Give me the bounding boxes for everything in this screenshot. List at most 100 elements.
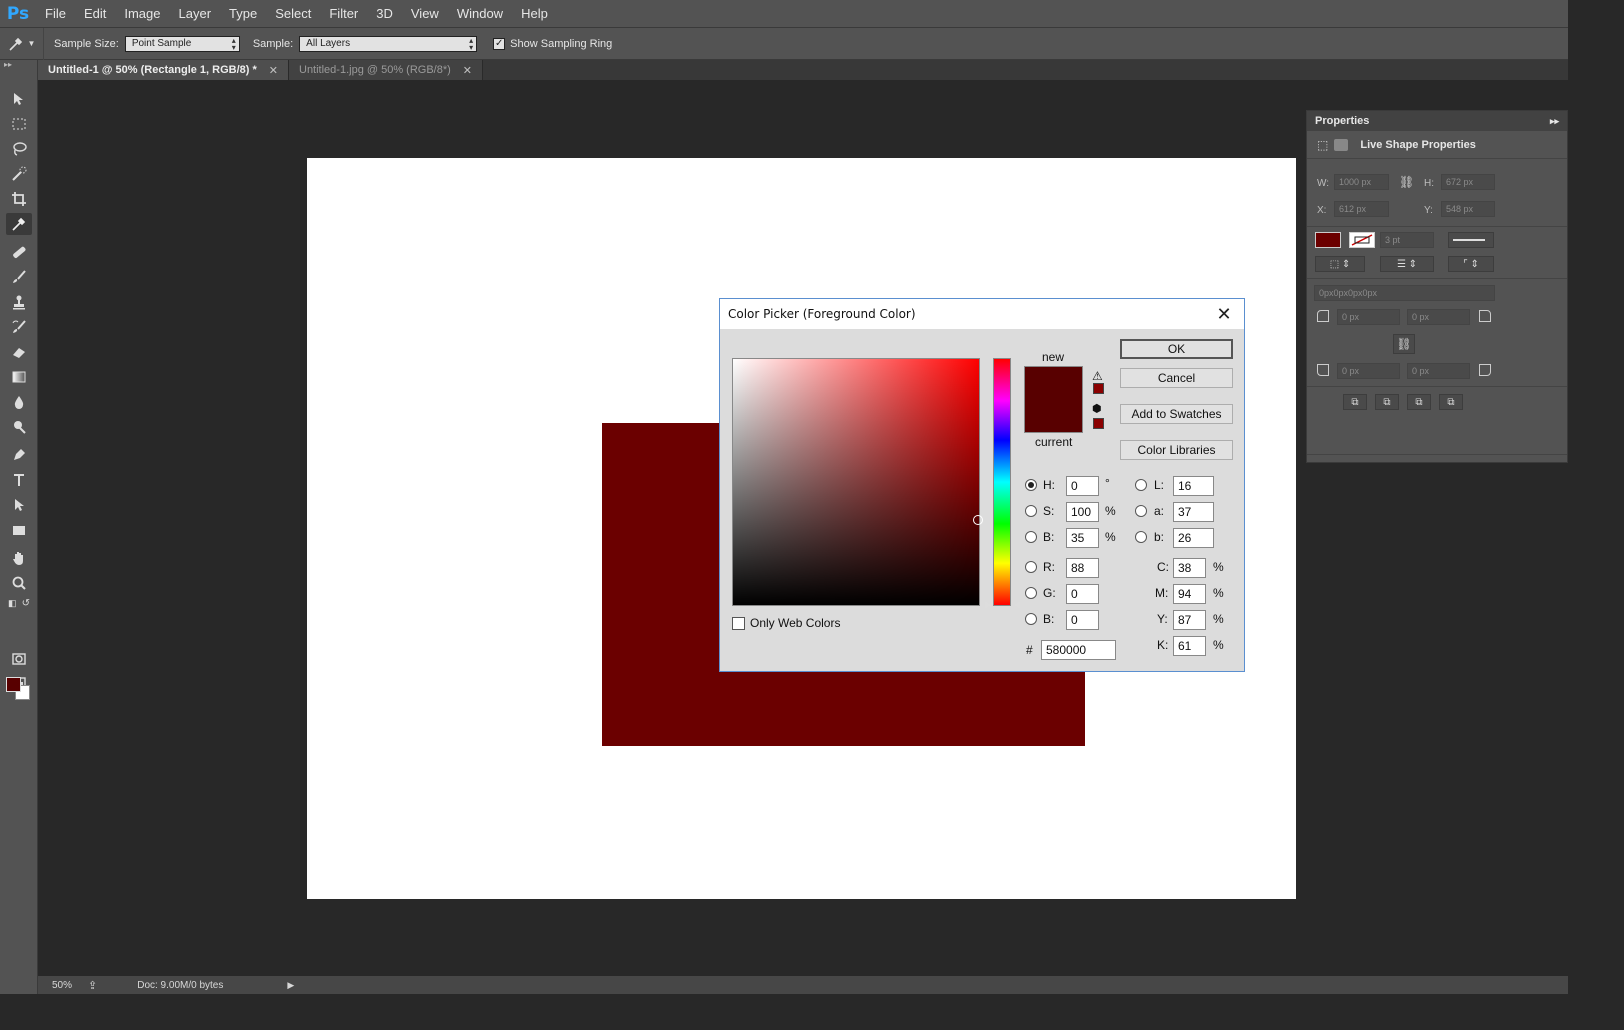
- dodge-tool[interactable]: [6, 416, 32, 438]
- stroke-color-swatch[interactable]: [1349, 232, 1375, 248]
- zoom-tool[interactable]: [6, 572, 32, 594]
- green-input[interactable]: 0: [1066, 584, 1099, 604]
- play-icon[interactable]: ▶: [287, 980, 294, 991]
- corner-br-field[interactable]: 0 px: [1407, 363, 1470, 379]
- foreground-color-swatch[interactable]: [6, 677, 21, 692]
- quick-mask-button[interactable]: [6, 648, 32, 670]
- color-libraries-button[interactable]: Color Libraries: [1120, 440, 1233, 460]
- width-field[interactable]: 1000 px: [1334, 174, 1389, 190]
- brush-tool[interactable]: [6, 266, 32, 288]
- history-brush-tool[interactable]: [6, 316, 32, 338]
- show-sampling-ring-checkbox[interactable]: ✓: [493, 37, 506, 50]
- share-icon[interactable]: ⇪: [88, 979, 97, 992]
- lab-l-input[interactable]: 16: [1173, 476, 1214, 496]
- caps-select[interactable]: ☰ ⇕: [1380, 256, 1434, 272]
- lasso-tool[interactable]: [6, 138, 32, 160]
- marquee-tool[interactable]: [6, 113, 32, 135]
- move-tool[interactable]: [6, 88, 32, 110]
- menu-3d[interactable]: 3D: [367, 0, 402, 28]
- default-colors-icon[interactable]: ◧: [8, 598, 17, 609]
- menu-help[interactable]: Help: [512, 0, 557, 28]
- saturation-radio[interactable]: [1025, 505, 1037, 517]
- swap-colors-icon[interactable]: ↺: [22, 598, 30, 609]
- crop-tool[interactable]: [6, 188, 32, 210]
- gamut-color-swatch[interactable]: [1093, 383, 1104, 394]
- magenta-input[interactable]: 94: [1173, 584, 1206, 604]
- menu-image[interactable]: Image: [115, 0, 169, 28]
- gradient-tool[interactable]: [6, 366, 32, 388]
- lab-l-radio[interactable]: [1135, 479, 1147, 491]
- close-icon[interactable]: ✕: [463, 64, 472, 77]
- dialog-titlebar[interactable]: Color Picker (Foreground Color) ✕: [720, 299, 1244, 329]
- corner-tr-field[interactable]: 0 px: [1407, 309, 1470, 325]
- out-of-gamut-warning-icon[interactable]: ⚠: [1092, 369, 1103, 383]
- hand-tool[interactable]: [6, 547, 32, 569]
- web-safe-cube-icon[interactable]: ⬢: [1092, 402, 1102, 415]
- saturation-brightness-field[interactable]: [732, 358, 983, 606]
- hue-input[interactable]: 0: [1066, 476, 1099, 496]
- web-safe-color-swatch[interactable]: [1093, 418, 1104, 429]
- tab-untitled-1-jpg[interactable]: Untitled-1.jpg @ 50% (RGB/8*) ✕: [289, 60, 484, 80]
- path-exclude-button[interactable]: ⧉: [1439, 394, 1463, 410]
- yellow-input[interactable]: 87: [1173, 610, 1206, 630]
- y-field[interactable]: 548 px: [1441, 201, 1495, 217]
- sample-select[interactable]: All Layers ▴ ▾: [299, 35, 478, 52]
- tool-preset-picker[interactable]: ▼: [0, 27, 44, 60]
- mask-icon[interactable]: [1334, 138, 1349, 151]
- hex-input[interactable]: 580000: [1041, 640, 1116, 660]
- hue-radio[interactable]: [1025, 479, 1037, 491]
- blur-tool[interactable]: [6, 391, 32, 413]
- blue-radio[interactable]: [1025, 613, 1037, 625]
- tab-untitled-1[interactable]: Untitled-1 @ 50% (Rectangle 1, RGB/8) * …: [38, 60, 289, 80]
- blue-input[interactable]: 0: [1066, 610, 1099, 630]
- cancel-button[interactable]: Cancel: [1120, 368, 1233, 388]
- path-subtract-button[interactable]: ⧉: [1375, 394, 1399, 410]
- toolbox-collapse-icon[interactable]: ▸▸: [0, 60, 37, 72]
- quick-selection-tool[interactable]: [6, 163, 32, 185]
- pen-tool[interactable]: [6, 444, 32, 466]
- align-stroke-select[interactable]: ⬚ ⇕: [1315, 256, 1365, 272]
- transform-icon[interactable]: ⬚: [1317, 138, 1328, 152]
- menu-layer[interactable]: Layer: [170, 0, 221, 28]
- panel-collapse-icon[interactable]: ▸▸: [1550, 116, 1559, 127]
- menu-edit[interactable]: Edit: [75, 0, 115, 28]
- lab-b-input[interactable]: 26: [1173, 528, 1214, 548]
- link-icon[interactable]: ⛓: [1399, 175, 1414, 189]
- hue-slider[interactable]: [993, 358, 1011, 606]
- corners-select[interactable]: ⌜ ⇕: [1448, 256, 1494, 272]
- cyan-input[interactable]: 38: [1173, 558, 1206, 578]
- hue-slider-arrow-right[interactable]: [1014, 601, 1020, 609]
- menu-type[interactable]: Type: [220, 0, 266, 28]
- corner-tl-field[interactable]: 0 px: [1337, 309, 1400, 325]
- type-tool[interactable]: [6, 469, 32, 491]
- zoom-level[interactable]: 50%: [52, 980, 86, 991]
- panel-resize-grip[interactable]: [1307, 454, 1567, 462]
- height-field[interactable]: 672 px: [1441, 174, 1495, 190]
- hue-slider-arrow-left[interactable]: [985, 601, 991, 609]
- menu-filter[interactable]: Filter: [320, 0, 367, 28]
- eyedropper-tool[interactable]: [6, 213, 32, 235]
- path-intersect-button[interactable]: ⧉: [1407, 394, 1431, 410]
- red-radio[interactable]: [1025, 561, 1037, 573]
- healing-brush-tool[interactable]: [6, 241, 32, 263]
- only-web-colors-checkbox[interactable]: [732, 617, 745, 630]
- eraser-tool[interactable]: [6, 341, 32, 363]
- lab-a-radio[interactable]: [1135, 505, 1147, 517]
- sample-size-select[interactable]: Point Sample ▴ ▾: [124, 35, 240, 52]
- menu-select[interactable]: Select: [266, 0, 320, 28]
- current-color-swatch[interactable]: [1025, 400, 1082, 432]
- rectangle-tool[interactable]: [6, 519, 32, 541]
- corner-radius-all-field[interactable]: 0px0px0px0px: [1314, 285, 1495, 301]
- color-cursor[interactable]: [973, 515, 983, 525]
- link-corners-button[interactable]: ⛓: [1393, 334, 1415, 354]
- corner-bl-field[interactable]: 0 px: [1337, 363, 1400, 379]
- stroke-type-select[interactable]: [1448, 232, 1494, 248]
- path-selection-tool[interactable]: [6, 494, 32, 516]
- brightness-radio[interactable]: [1025, 531, 1037, 543]
- menu-file[interactable]: File: [36, 0, 75, 28]
- black-input[interactable]: 61: [1173, 636, 1206, 656]
- saturation-input[interactable]: 100: [1066, 502, 1099, 522]
- lab-a-input[interactable]: 37: [1173, 502, 1214, 522]
- green-radio[interactable]: [1025, 587, 1037, 599]
- x-field[interactable]: 612 px: [1334, 201, 1389, 217]
